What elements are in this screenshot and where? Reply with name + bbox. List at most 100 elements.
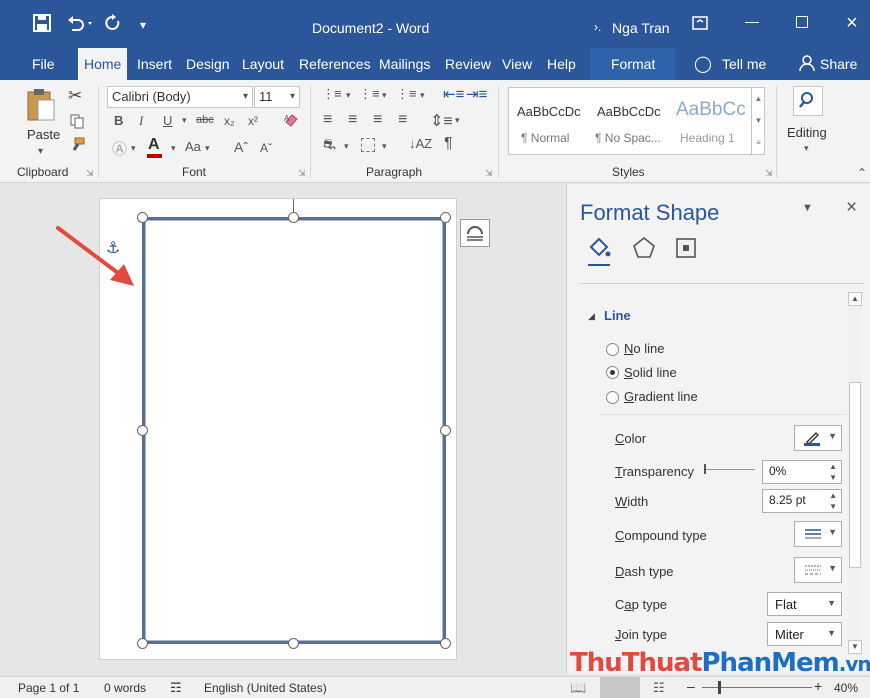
font-size-dropdown-icon[interactable]: ▾ bbox=[290, 87, 295, 107]
subscript-icon[interactable]: x₂ bbox=[224, 114, 235, 128]
scrollbar-thumb[interactable] bbox=[849, 382, 861, 568]
redo-icon[interactable] bbox=[104, 14, 122, 38]
italic-icon[interactable]: I bbox=[139, 113, 143, 129]
increase-indent-icon[interactable]: ⇥≡ bbox=[466, 85, 487, 103]
styles-scroll-down-icon[interactable]: ▼ bbox=[752, 110, 765, 132]
resize-handle-right[interactable] bbox=[440, 425, 451, 436]
color-dropdown-icon[interactable]: ▼ bbox=[828, 431, 837, 441]
width-spin-icon[interactable]: ▲ ▼ bbox=[829, 490, 837, 512]
print-layout-icon[interactable] bbox=[600, 677, 640, 698]
underline-dropdown-icon[interactable]: ▾ bbox=[182, 115, 187, 126]
paste-clipboard-icon[interactable] bbox=[24, 88, 58, 125]
cap-dropdown-icon[interactable]: ▼ bbox=[827, 598, 836, 608]
shading-dropdown-icon[interactable]: ▾ bbox=[344, 141, 349, 152]
cap-type-dropdown[interactable]: Flat ▼ bbox=[767, 592, 842, 616]
transparency-slider-track[interactable] bbox=[705, 469, 755, 470]
tab-view[interactable]: View bbox=[502, 48, 532, 80]
borders-icon[interactable] bbox=[361, 138, 375, 152]
styles-more-icon[interactable]: ≡ bbox=[752, 132, 765, 154]
proofing-icon[interactable]: ☶ bbox=[170, 680, 182, 696]
radio-solid-line[interactable] bbox=[606, 366, 619, 379]
resize-handle-bottom-left[interactable] bbox=[137, 638, 148, 649]
fill-line-bucket-icon[interactable] bbox=[586, 235, 612, 264]
share-button[interactable]: Share bbox=[820, 48, 857, 80]
tab-file[interactable]: File bbox=[32, 48, 55, 80]
decrease-indent-icon[interactable]: ⇤≡ bbox=[443, 85, 464, 103]
multilevel-list-icon[interactable]: ⋮≡ bbox=[396, 86, 417, 102]
web-layout-icon[interactable]: ☷ bbox=[653, 680, 665, 696]
page-count[interactable]: Page 1 of 1 bbox=[18, 681, 79, 695]
resize-handle-bottom-right[interactable] bbox=[440, 638, 451, 649]
sort-icon[interactable]: ↓AZ bbox=[409, 136, 432, 151]
transparency-slider-thumb[interactable] bbox=[704, 464, 706, 474]
maximize-icon[interactable] bbox=[796, 16, 808, 28]
transparency-spin-icon[interactable]: ▲ ▼ bbox=[829, 461, 837, 483]
cut-scissors-icon[interactable]: ✂ bbox=[68, 86, 82, 106]
bullets-icon[interactable]: ⋮≡ bbox=[322, 86, 342, 102]
scroll-up-arrow-icon[interactable]: ▲ bbox=[848, 292, 862, 306]
tab-format[interactable]: Format bbox=[611, 48, 655, 80]
pane-close-icon[interactable]: × bbox=[846, 197, 857, 219]
resize-handle-left[interactable] bbox=[137, 425, 148, 436]
label-solid-line[interactable]: Solid line bbox=[624, 365, 677, 380]
clear-formatting-eraser-icon[interactable]: A bbox=[283, 112, 299, 131]
dash-type-dropdown[interactable]: ▼ bbox=[794, 557, 842, 583]
dash-dropdown-icon[interactable]: ▼ bbox=[828, 563, 837, 573]
read-mode-icon[interactable]: 📖 bbox=[570, 680, 586, 696]
language[interactable]: English (United States) bbox=[204, 681, 327, 695]
strikethrough-icon[interactable]: abc bbox=[196, 114, 214, 126]
compound-type-dropdown[interactable]: ▼ bbox=[794, 521, 842, 547]
zoom-level[interactable]: 40% bbox=[834, 681, 858, 695]
style-no-spacing[interactable]: AaBbCcDc ¶ No Spac... bbox=[591, 88, 673, 154]
zoom-slider-thumb[interactable] bbox=[718, 681, 721, 694]
resize-handle-top[interactable] bbox=[288, 212, 299, 223]
size-properties-icon[interactable] bbox=[674, 236, 698, 263]
zoom-in-icon[interactable]: + bbox=[814, 678, 822, 694]
undo-icon[interactable] bbox=[66, 14, 96, 38]
tab-help[interactable]: Help bbox=[547, 48, 576, 80]
editing-dropdown-icon[interactable]: ▾ bbox=[804, 143, 809, 154]
align-left-icon[interactable]: ≡ bbox=[323, 111, 332, 129]
find-magnifier-icon[interactable] bbox=[793, 86, 823, 116]
paste-dropdown-icon[interactable]: ▾ bbox=[38, 146, 43, 157]
editing-button[interactable]: Editing bbox=[787, 125, 827, 140]
lightbulb-icon[interactable]: ◯ bbox=[694, 54, 712, 74]
label-no-line[interactable]: No line bbox=[624, 341, 664, 356]
radio-no-line[interactable] bbox=[606, 343, 619, 356]
color-picker[interactable]: ▼ bbox=[794, 425, 842, 451]
font-launcher-icon[interactable]: ⇲ bbox=[298, 168, 306, 179]
tab-references[interactable]: References bbox=[299, 48, 371, 80]
align-center-icon[interactable]: ≡ bbox=[348, 111, 357, 129]
line-spacing-dropdown-icon[interactable]: ▾ bbox=[455, 115, 460, 126]
align-right-icon[interactable]: ≡ bbox=[373, 111, 382, 129]
ribbon-display-options-icon[interactable] bbox=[692, 16, 708, 33]
transparency-spinner[interactable]: 0% ▲ ▼ bbox=[762, 460, 842, 484]
change-case-icon[interactable]: Aa bbox=[185, 139, 201, 154]
paste-button[interactable]: Paste bbox=[27, 127, 60, 142]
effects-pentagon-icon[interactable] bbox=[632, 236, 656, 263]
show-hide-pilcrow-icon[interactable]: ¶ bbox=[444, 135, 453, 153]
shrink-font-icon[interactable]: Aˇ bbox=[260, 141, 272, 155]
width-spinner[interactable]: 8.25 pt ▲ ▼ bbox=[762, 489, 842, 513]
multilevel-dropdown-icon[interactable]: ▾ bbox=[420, 90, 425, 101]
close-icon[interactable]: × bbox=[846, 12, 858, 35]
borders-dropdown-icon[interactable]: ▾ bbox=[382, 141, 387, 152]
style-heading-1[interactable]: AaBbCc Heading 1 bbox=[673, 88, 751, 154]
font-color-dropdown-icon[interactable]: ▾ bbox=[171, 143, 176, 154]
layout-options-icon[interactable] bbox=[460, 219, 490, 247]
style-normal[interactable]: AaBbCcDc ¶ Normal bbox=[509, 88, 591, 154]
user-name[interactable]: Nga Tran bbox=[612, 20, 670, 36]
zoom-out-icon[interactable]: – bbox=[687, 678, 695, 694]
label-gradient-line[interactable]: Gradient line bbox=[624, 389, 698, 404]
compound-dropdown-icon[interactable]: ▼ bbox=[828, 527, 837, 537]
styles-gallery-scroll[interactable]: ▲ ▼ ≡ bbox=[751, 88, 765, 154]
tell-me-box[interactable]: Tell me bbox=[722, 48, 766, 80]
tab-mailings[interactable]: Mailings bbox=[379, 48, 430, 80]
tab-review[interactable]: Review bbox=[445, 48, 491, 80]
minimize-icon[interactable] bbox=[745, 22, 759, 23]
radio-gradient-line[interactable] bbox=[606, 391, 619, 404]
save-icon[interactable] bbox=[33, 14, 51, 38]
pane-options-dropdown-icon[interactable]: ▼ bbox=[802, 202, 813, 214]
collapse-ribbon-icon[interactable]: ⌃ bbox=[857, 166, 867, 180]
tab-design[interactable]: Design bbox=[186, 48, 230, 80]
